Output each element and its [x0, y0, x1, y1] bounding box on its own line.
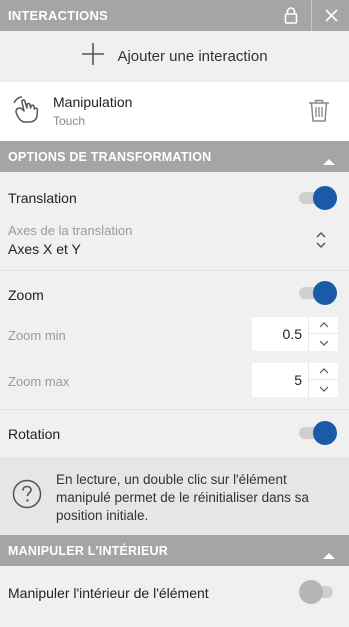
translation-label: Translation [8, 190, 77, 206]
inner-section-title: MANIPULER L'INTÉRIEUR [8, 544, 168, 558]
interaction-type: Touch [53, 114, 86, 128]
axes-row[interactable]: Axes de la translation Axes X et Y [0, 218, 349, 270]
add-interaction-button[interactable]: Ajouter une interaction [0, 31, 349, 82]
axes-label: Axes de la translation [8, 223, 133, 238]
interaction-name: Manipulation [53, 94, 133, 110]
transform-section-title: OPTIONS DE TRANSFORMATION [8, 150, 212, 164]
manipulate-inner-label: Manipuler l'intérieur de l'élément [8, 585, 209, 601]
rotation-label: Rotation [8, 426, 61, 442]
manipulate-inner-toggle[interactable] [299, 580, 337, 604]
zoom-max-label: Zoom max [8, 374, 70, 389]
zoom-toggle[interactable] [299, 281, 337, 305]
axes-select-chevrons-icon[interactable] [313, 229, 329, 251]
axes-value: Axes X et Y [8, 241, 81, 257]
zoom-max-stepper[interactable] [308, 363, 339, 397]
zoom-min-label: Zoom min [8, 328, 66, 343]
lock-icon[interactable] [277, 0, 305, 31]
zoom-min-input[interactable]: 0.5 [252, 317, 308, 351]
rotation-toggle[interactable] [299, 421, 337, 445]
manipulate-inner-row: Manipuler l'intérieur de l'élément [0, 566, 349, 616]
info-text: En lecture, un double clic sur l'élément… [56, 472, 309, 523]
add-interaction-label: Ajouter une interaction [117, 48, 268, 65]
zoom-min-decrement[interactable] [309, 334, 339, 351]
interaction-item[interactable]: Manipulation Touch [0, 82, 349, 141]
info-box: En lecture, un double clic sur l'élément… [0, 457, 349, 535]
zoom-max-input[interactable]: 5 [252, 363, 308, 397]
zoom-min-increment[interactable] [309, 317, 339, 334]
zoom-row: Zoom [0, 271, 349, 317]
zoom-min-stepper[interactable] [308, 317, 339, 351]
chevron-up-icon [322, 153, 336, 171]
transform-section-header[interactable]: OPTIONS DE TRANSFORMATION [0, 141, 349, 172]
close-icon[interactable] [316, 0, 346, 31]
panel-header: INTERACTIONS [0, 0, 349, 31]
panel-title: INTERACTIONS [8, 8, 108, 23]
question-icon [12, 479, 42, 514]
touch-hand-icon [12, 94, 44, 131]
translation-toggle[interactable] [299, 186, 337, 210]
rotation-row: Rotation [0, 410, 349, 457]
chevron-up-icon [322, 547, 336, 565]
plus-icon [81, 42, 105, 71]
trash-icon[interactable] [306, 97, 332, 128]
zoom-label: Zoom [8, 287, 44, 303]
translation-row: Translation [0, 172, 349, 218]
header-divider [311, 0, 312, 31]
zoom-max-increment[interactable] [309, 363, 339, 380]
inner-section-header[interactable]: MANIPULER L'INTÉRIEUR [0, 535, 349, 566]
zoom-max-decrement[interactable] [309, 380, 339, 397]
